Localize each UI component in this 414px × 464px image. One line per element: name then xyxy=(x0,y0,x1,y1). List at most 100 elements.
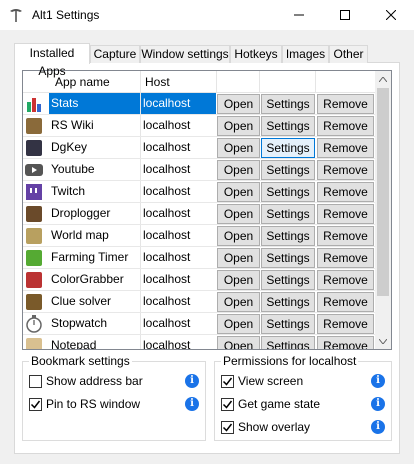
remove-button[interactable]: Remove xyxy=(317,94,374,114)
settings-button[interactable]: Settings xyxy=(261,160,315,180)
permissions-group: Permissions for localhost View screen i … xyxy=(214,354,392,441)
table-row[interactable]: ColorGrabber localhost Open Settings Remove xyxy=(23,269,377,291)
tab-installed-apps[interactable]: Installed Apps xyxy=(14,43,90,78)
remove-button[interactable]: Remove xyxy=(317,226,374,246)
show-overlay-checkbox[interactable] xyxy=(221,421,234,434)
pin-to-rs-window-checkbox[interactable] xyxy=(29,398,42,411)
open-button[interactable]: Open xyxy=(217,248,260,268)
open-button[interactable]: Open xyxy=(217,116,260,136)
scroll-up-button[interactable] xyxy=(375,71,391,87)
table-row[interactable]: Stats localhost Open Settings Remove xyxy=(23,93,377,115)
scroll-down-button[interactable] xyxy=(375,333,391,349)
remove-button[interactable]: Remove xyxy=(317,138,374,158)
show-overlay-option[interactable]: Show overlay i xyxy=(221,420,385,436)
table-row[interactable]: Droplogger localhost Open Settings Remove xyxy=(23,203,377,225)
settings-button[interactable]: Settings xyxy=(261,226,315,246)
settings-button[interactable]: Settings xyxy=(261,314,315,334)
remove-button[interactable]: Remove xyxy=(317,292,374,312)
minimize-button[interactable] xyxy=(276,0,322,30)
get-game-state-option[interactable]: Get game state i xyxy=(221,397,385,413)
settings-button[interactable]: Settings xyxy=(261,270,315,290)
host-cell: localhost xyxy=(140,313,216,334)
open-button[interactable]: Open xyxy=(217,226,260,246)
view-screen-label: View screen xyxy=(238,374,304,388)
info-icon[interactable]: i xyxy=(185,374,199,388)
settings-button[interactable]: Settings xyxy=(261,248,315,268)
view-screen-checkbox[interactable] xyxy=(221,375,234,388)
open-button[interactable]: Open xyxy=(217,94,260,114)
settings-button[interactable]: Settings xyxy=(261,94,315,114)
table-row[interactable]: Notepad localhost Open Settings Remove xyxy=(23,335,377,350)
remove-button[interactable]: Remove xyxy=(317,116,374,136)
settings-button[interactable]: Settings xyxy=(261,182,315,202)
view-screen-option[interactable]: View screen i xyxy=(221,374,385,390)
tab-window-settings[interactable]: Window settings xyxy=(140,45,230,63)
remove-button[interactable]: Remove xyxy=(317,270,374,290)
open-button[interactable]: Open xyxy=(217,314,260,334)
open-button[interactable]: Open xyxy=(217,336,260,349)
remove-button[interactable]: Remove xyxy=(317,182,374,202)
remove-button[interactable]: Remove xyxy=(317,248,374,268)
remove-button[interactable]: Remove xyxy=(317,314,374,334)
host-cell: localhost xyxy=(140,335,216,349)
maximize-button[interactable] xyxy=(322,0,368,30)
settings-button[interactable]: Settings xyxy=(261,292,315,312)
info-icon[interactable]: i xyxy=(185,397,199,411)
remove-button[interactable]: Remove xyxy=(317,160,374,180)
table-row[interactable]: Clue solver localhost Open Settings Remove xyxy=(23,291,377,313)
app-name-cell: RS Wiki xyxy=(51,118,94,132)
column-host[interactable]: Host xyxy=(145,75,170,89)
show-address-bar-option[interactable]: Show address bar i xyxy=(29,374,199,390)
settings-button[interactable]: Settings xyxy=(261,204,315,224)
app-name-cell: Notepad xyxy=(51,338,97,350)
open-button[interactable]: Open xyxy=(217,270,260,290)
installed-apps-grid[interactable]: App name Host Stats localhost Open Settings… xyxy=(22,70,392,350)
settings-button[interactable]: Settings xyxy=(261,116,315,136)
table-row[interactable]: DgKey localhost Open Settings Remove xyxy=(23,137,377,159)
settings-button[interactable]: Settings xyxy=(261,336,315,349)
host-cell: localhost xyxy=(140,291,216,312)
rs-wiki-icon xyxy=(24,116,44,136)
youtube-icon xyxy=(24,160,44,180)
table-row[interactable]: Farming Timer localhost Open Settings Remove xyxy=(23,247,377,269)
close-button[interactable] xyxy=(368,0,414,30)
table-row[interactable]: Stopwatch localhost Open Settings Remove xyxy=(23,313,377,335)
app-name-cell: Twitch xyxy=(51,184,86,198)
table-row[interactable]: World map localhost Open Settings Remove xyxy=(23,225,377,247)
pickaxe-icon xyxy=(8,7,24,23)
tab-images[interactable]: Images xyxy=(282,45,329,63)
app-name-cell: World map xyxy=(51,228,109,242)
column-divider xyxy=(259,71,260,93)
farming-timer-icon xyxy=(24,248,44,268)
info-icon[interactable]: i xyxy=(371,397,385,411)
tab-capture[interactable]: Capture xyxy=(90,45,140,63)
vertical-scrollbar[interactable] xyxy=(375,71,391,349)
open-button[interactable]: Open xyxy=(217,182,260,202)
info-icon[interactable]: i xyxy=(371,374,385,388)
permissions-title: Permissions for localhost xyxy=(221,354,359,368)
app-name-cell: ColorGrabber xyxy=(51,272,124,286)
table-row[interactable]: Youtube localhost Open Settings Remove xyxy=(23,159,377,181)
tab-other[interactable]: Other xyxy=(329,45,368,63)
open-button[interactable]: Open xyxy=(217,160,260,180)
app-name-cell: Droplogger xyxy=(51,206,111,220)
tab-hotkeys[interactable]: Hotkeys xyxy=(230,45,282,63)
open-button[interactable]: Open xyxy=(217,138,260,158)
get-game-state-checkbox[interactable] xyxy=(221,398,234,411)
host-cell: localhost xyxy=(140,225,216,246)
table-row[interactable]: Twitch localhost Open Settings Remove xyxy=(23,181,377,203)
settings-button[interactable]: Settings xyxy=(261,138,315,158)
open-button[interactable]: Open xyxy=(217,204,260,224)
scroll-thumb[interactable] xyxy=(377,88,389,296)
info-icon[interactable]: i xyxy=(371,420,385,434)
show-address-bar-checkbox[interactable] xyxy=(29,375,42,388)
show-address-bar-label: Show address bar xyxy=(46,374,143,388)
title-bar: Alt1 Settings xyxy=(0,0,414,30)
open-button[interactable]: Open xyxy=(217,292,260,312)
window-title: Alt1 Settings xyxy=(32,8,100,22)
table-row[interactable]: RS Wiki localhost Open Settings Remove xyxy=(23,115,377,137)
pin-to-rs-window-option[interactable]: Pin to RS window i xyxy=(29,397,199,413)
dgkey-icon xyxy=(24,138,44,158)
remove-button[interactable]: Remove xyxy=(317,204,374,224)
remove-button[interactable]: Remove xyxy=(317,336,374,349)
